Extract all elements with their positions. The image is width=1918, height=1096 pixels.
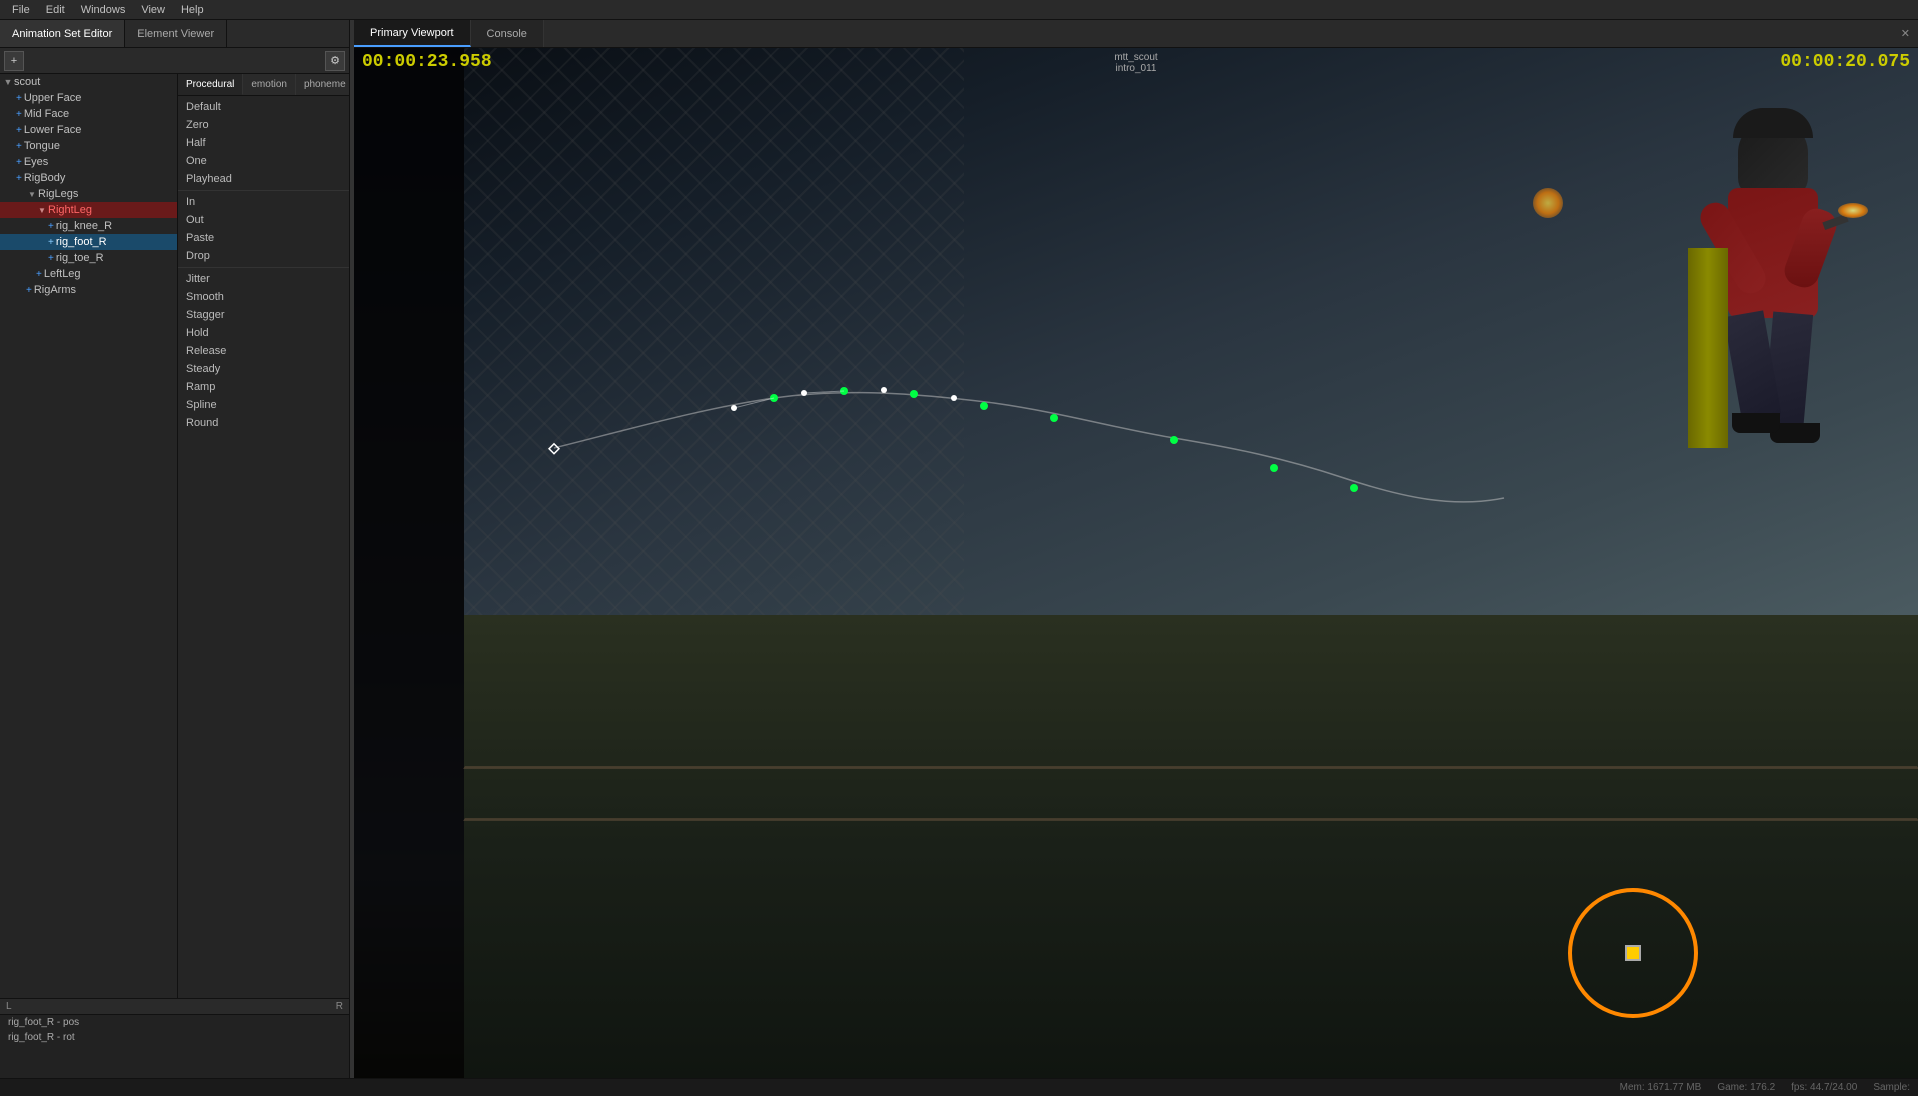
- left-panel: Animation Set Editor Element Viewer + ⚙ …: [0, 20, 350, 1078]
- expand-icon-rightleg: ▼: [36, 204, 48, 216]
- tab-animation-set-editor[interactable]: Animation Set Editor: [0, 20, 125, 47]
- status-bar: Mem: 1671.77 MB Game: 176.2 fps: 44.7/24…: [0, 1078, 1918, 1096]
- proc-item-hold[interactable]: Hold: [178, 324, 349, 342]
- status-sample: Sample:: [1873, 1082, 1910, 1093]
- procedural-panel: Procedural emotion phoneme viseme Defaul…: [178, 74, 349, 998]
- proc-item-zero[interactable]: Zero: [178, 116, 349, 134]
- tree-item-rigbody[interactable]: + RigBody: [0, 170, 177, 186]
- yellow-bone-handle[interactable]: [1625, 945, 1641, 961]
- scene-label: mtt_scout intro_011: [1114, 52, 1157, 74]
- proc-tab-phoneme[interactable]: phoneme: [296, 74, 349, 95]
- tree-item-rig-foot-r[interactable]: + rig_foot_R: [0, 234, 177, 250]
- tree-item-rig-knee-r[interactable]: + rig_knee_R: [0, 218, 177, 234]
- tree-item-tongue[interactable]: + Tongue: [0, 138, 177, 154]
- proc-item-ramp[interactable]: Ramp: [178, 378, 349, 396]
- menu-help[interactable]: Help: [173, 4, 212, 16]
- settings-button[interactable]: ⚙: [325, 51, 345, 71]
- timecode-right: 00:00:20.075: [1780, 52, 1910, 72]
- proc-item-round[interactable]: Round: [178, 414, 349, 432]
- left-content: ▼ scout + Upper Face + Mid Face + Lower …: [0, 74, 349, 998]
- menu-windows[interactable]: Windows: [73, 4, 134, 16]
- proc-tabs: Procedural emotion phoneme viseme: [178, 74, 349, 96]
- plus-icon: +: [48, 237, 54, 248]
- menu-bar: File Edit Windows View Help: [0, 0, 1918, 20]
- plus-icon: +: [48, 221, 54, 232]
- orange-circle-highlight: [1568, 888, 1698, 1018]
- tab-element-viewer[interactable]: Element Viewer: [125, 20, 227, 47]
- right-panel: Primary Viewport Console ✕ 00:00:23.958 …: [354, 20, 1918, 1078]
- tree-item-mid-face[interactable]: + Mid Face: [0, 106, 177, 122]
- proc-item-default[interactable]: Default: [178, 98, 349, 116]
- tree-item-rightleg[interactable]: ▼ RightLeg: [0, 202, 177, 218]
- menu-file[interactable]: File: [4, 4, 38, 16]
- character-figure: [1628, 88, 1848, 528]
- plus-icon: +: [16, 93, 22, 104]
- yellow-container: [1688, 248, 1728, 448]
- proc-item-spline[interactable]: Spline: [178, 396, 349, 414]
- status-fps: fps: 44.7/24.00: [1791, 1082, 1857, 1093]
- top-tabs: Primary Viewport Console ✕: [354, 20, 1918, 48]
- tree-item-rigarms[interactable]: + RigArms: [0, 282, 177, 298]
- tree-item-lower-face[interactable]: + Lower Face: [0, 122, 177, 138]
- status-game: Game: 176.2: [1717, 1082, 1775, 1093]
- plus-icon: +: [16, 125, 22, 136]
- plus-icon: +: [48, 253, 54, 264]
- proc-item-paste[interactable]: Paste: [178, 229, 349, 247]
- proc-item-stagger[interactable]: Stagger: [178, 306, 349, 324]
- muzzle-sparks: [1533, 188, 1563, 218]
- proc-item-half[interactable]: Half: [178, 134, 349, 152]
- close-tab-button[interactable]: ✕: [1893, 20, 1918, 47]
- proc-item-one[interactable]: One: [178, 152, 349, 170]
- plus-icon: +: [26, 285, 32, 296]
- plus-icon: +: [36, 269, 42, 280]
- scene-dark-left: [354, 48, 464, 1078]
- left-toolbar: + ⚙: [0, 48, 349, 74]
- proc-item-jitter[interactable]: Jitter: [178, 270, 349, 288]
- tree-item-rig-toe-r[interactable]: + rig_toe_R: [0, 250, 177, 266]
- proc-item-steady[interactable]: Steady: [178, 360, 349, 378]
- plus-icon: +: [16, 173, 22, 184]
- viewport: 00:00:23.958 mtt_scout intro_011 00:00:2…: [354, 48, 1918, 1078]
- proc-item-playhead[interactable]: Playhead: [178, 170, 349, 188]
- ground-plane: [464, 615, 1918, 1079]
- viewport-header: 00:00:23.958 mtt_scout intro_011 00:00:2…: [354, 48, 1918, 76]
- proc-tab-procedural[interactable]: Procedural: [178, 74, 243, 95]
- proc-item-release[interactable]: Release: [178, 342, 349, 360]
- plus-icon: +: [16, 141, 22, 152]
- tree-panel: ▼ scout + Upper Face + Mid Face + Lower …: [0, 74, 178, 998]
- expand-icon-riglegs: ▼: [26, 188, 38, 200]
- tree-item-scout[interactable]: ▼ scout: [0, 74, 177, 90]
- rail-track-1: [463, 766, 1918, 769]
- menu-edit[interactable]: Edit: [38, 4, 73, 16]
- proc-list: Default Zero Half One Playhead In Out Pa…: [178, 96, 349, 434]
- proc-item-in[interactable]: In: [178, 193, 349, 211]
- channel-right-label: R: [336, 1001, 343, 1012]
- status-memory: Mem: 1671.77 MB: [1620, 1082, 1702, 1093]
- plus-icon: +: [16, 157, 22, 168]
- proc-item-drop[interactable]: Drop: [178, 247, 349, 265]
- channel-header: L R: [0, 999, 349, 1015]
- left-bottom-channels: L R rig_foot_R - pos rig_foot_R - rot: [0, 998, 349, 1078]
- tree-item-leftleg[interactable]: + LeftLeg: [0, 266, 177, 282]
- main-layout: Animation Set Editor Element Viewer + ⚙ …: [0, 20, 1918, 1078]
- rail-track-2: [463, 818, 1918, 821]
- proc-tab-emotion[interactable]: emotion: [243, 74, 296, 95]
- channel-item-pos[interactable]: rig_foot_R - pos: [0, 1015, 349, 1030]
- menu-view[interactable]: View: [133, 4, 173, 16]
- timecode-left: 00:00:23.958: [362, 52, 492, 72]
- tab-console[interactable]: Console: [471, 20, 544, 47]
- channel-item-rot[interactable]: rig_foot_R - rot: [0, 1030, 349, 1045]
- left-panel-tabs: Animation Set Editor Element Viewer: [0, 20, 349, 48]
- tree-item-upper-face[interactable]: + Upper Face: [0, 90, 177, 106]
- expand-icon-scout: ▼: [2, 76, 14, 88]
- scene-view[interactable]: [354, 48, 1918, 1078]
- tree-item-eyes[interactable]: + Eyes: [0, 154, 177, 170]
- proc-item-smooth[interactable]: Smooth: [178, 288, 349, 306]
- proc-item-out[interactable]: Out: [178, 211, 349, 229]
- plus-icon: +: [16, 109, 22, 120]
- tab-primary-viewport[interactable]: Primary Viewport: [354, 20, 471, 47]
- add-button[interactable]: +: [4, 51, 24, 71]
- tree-item-riglegs[interactable]: ▼ RigLegs: [0, 186, 177, 202]
